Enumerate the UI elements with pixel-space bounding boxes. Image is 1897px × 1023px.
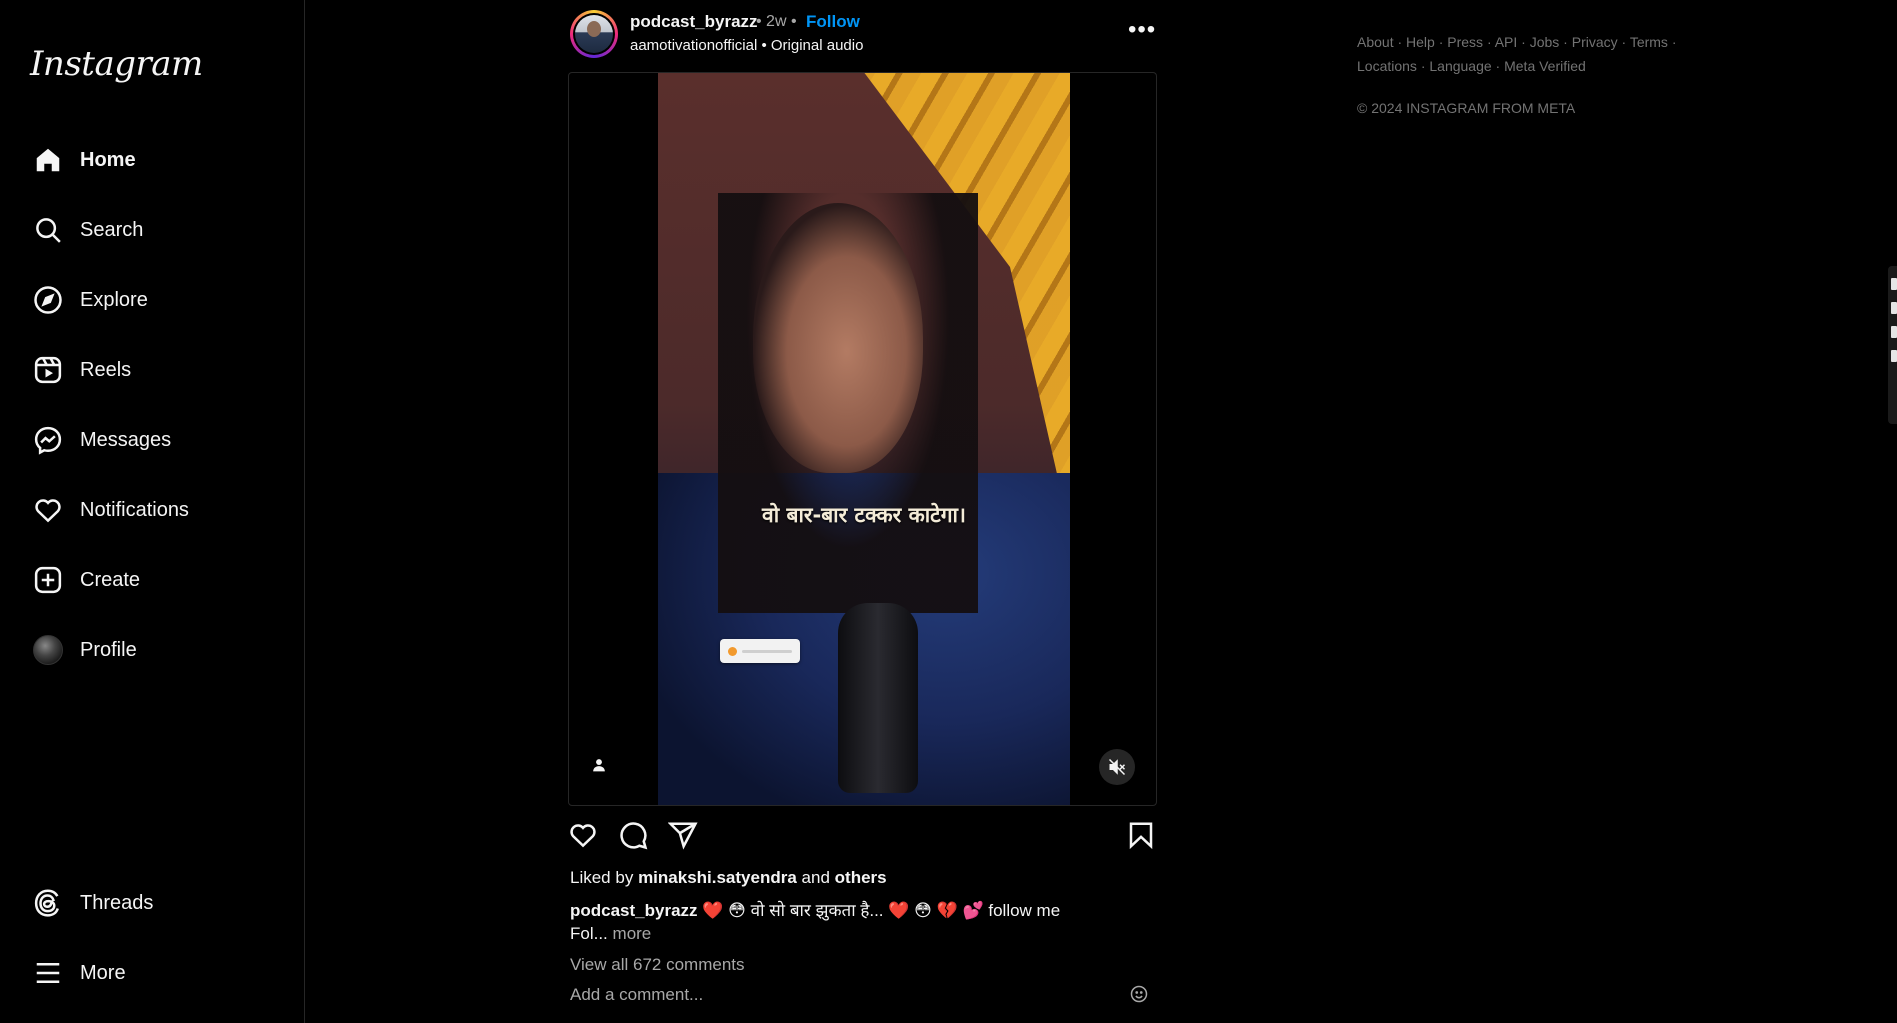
- sidebar-item-label: Reels: [80, 358, 132, 381]
- sidebar-item-more[interactable]: More: [20, 945, 285, 1001]
- post-audio-line: aamotivationofficial • Original audio: [630, 37, 863, 54]
- hamburger-icon: [28, 953, 68, 993]
- comment-input[interactable]: [570, 985, 1090, 1005]
- sidebar: Instagram Home Search Explore Reels Mess…: [0, 0, 305, 1023]
- footer-links: About · Help · Press · API · Jobs · Priv…: [1357, 30, 1687, 78]
- sidebar-item-label: Create: [80, 568, 141, 591]
- more-options-icon[interactable]: •••: [1128, 18, 1156, 42]
- post-media[interactable]: वो बार-बार टक्कर काटेगा।: [568, 72, 1157, 806]
- threads-icon: [28, 883, 68, 923]
- sidebar-item-home[interactable]: Home: [20, 132, 285, 188]
- post-author-avatar[interactable]: [570, 10, 618, 58]
- footer-links-line-1[interactable]: About · Help · Press · API · Jobs · Priv…: [1357, 30, 1687, 54]
- liked-by: Liked by minakshi.satyendra and others: [570, 868, 887, 888]
- sidebar-item-messages[interactable]: Messages: [20, 412, 285, 468]
- sidebar-item-label: Messages: [80, 428, 172, 451]
- sidebar-item-label: Profile: [80, 638, 137, 661]
- extension-sidebar-tab[interactable]: [1888, 266, 1897, 424]
- post-header: podcast_byrazz • 2w • Follow aamotivatio…: [568, 8, 1158, 60]
- liked-prefix: Liked by: [570, 868, 634, 887]
- emoji-slider-sticker: [720, 639, 800, 663]
- comment-icon[interactable]: [618, 820, 650, 852]
- home-icon: [28, 140, 68, 180]
- liked-and: and: [801, 868, 830, 887]
- reel-video[interactable]: वो बार-बार टक्कर काटेगा।: [658, 73, 1070, 805]
- save-icon[interactable]: [1126, 820, 1158, 852]
- tagged-user-icon[interactable]: [587, 753, 611, 777]
- liked-others-link[interactable]: others: [835, 868, 887, 887]
- sidebar-item-reels[interactable]: Reels: [20, 342, 285, 398]
- compass-icon: [28, 280, 68, 320]
- sidebar-item-label: Home: [80, 148, 136, 171]
- mute-icon[interactable]: [1099, 749, 1135, 785]
- sidebar-item-label: Search: [80, 218, 144, 241]
- avatar: [33, 635, 63, 665]
- video-subtitle: वो बार-बार टक्कर काटेगा।: [762, 503, 966, 527]
- post-username[interactable]: podcast_byrazz: [630, 12, 758, 32]
- sidebar-item-create[interactable]: Create: [20, 552, 285, 608]
- sidebar-item-notifications[interactable]: Notifications: [20, 482, 285, 538]
- sidebar-item-label: More: [80, 961, 126, 984]
- audio-label[interactable]: • Original audio: [761, 37, 863, 54]
- footer-links-line-2[interactable]: Locations · Language · Meta Verified: [1357, 54, 1687, 78]
- sidebar-item-search[interactable]: Search: [20, 202, 285, 258]
- share-icon[interactable]: [667, 820, 700, 852]
- copyright: © 2024 INSTAGRAM FROM META: [1357, 100, 1576, 116]
- audio-account-link[interactable]: aamotivationofficial: [630, 37, 757, 54]
- post-caption: podcast_byrazz ❤️ 😳 वो सो बार झुकता है..…: [570, 899, 1090, 945]
- profile-avatar-wrap: [28, 630, 68, 670]
- heart-icon: [28, 490, 68, 530]
- sidebar-item-label: Explore: [80, 288, 148, 311]
- sidebar-item-label: Threads: [80, 891, 154, 914]
- instagram-logo[interactable]: Instagram: [30, 44, 203, 84]
- follow-button[interactable]: Follow: [806, 12, 860, 32]
- sidebar-item-threads[interactable]: Threads: [20, 875, 285, 931]
- messenger-icon: [28, 420, 68, 460]
- search-icon: [28, 210, 68, 250]
- view-comments-link[interactable]: View all 672 comments: [570, 955, 745, 975]
- post-actions: [568, 820, 1158, 856]
- caption-more-button[interactable]: more: [613, 924, 652, 943]
- sidebar-item-profile[interactable]: Profile: [20, 622, 285, 678]
- figure-face: [753, 203, 923, 473]
- reels-icon: [28, 350, 68, 390]
- plus-square-icon: [28, 560, 68, 600]
- liked-user-link[interactable]: minakshi.satyendra: [638, 868, 797, 887]
- sidebar-item-label: Notifications: [80, 498, 189, 521]
- post-time: • 2w •: [756, 13, 797, 30]
- like-icon[interactable]: [568, 820, 600, 852]
- microphone: [838, 603, 918, 793]
- caption-username[interactable]: podcast_byrazz: [570, 901, 698, 920]
- add-comment-bar: [570, 985, 1160, 1007]
- emoji-icon[interactable]: [1130, 985, 1152, 1007]
- sidebar-item-explore[interactable]: Explore: [20, 272, 285, 328]
